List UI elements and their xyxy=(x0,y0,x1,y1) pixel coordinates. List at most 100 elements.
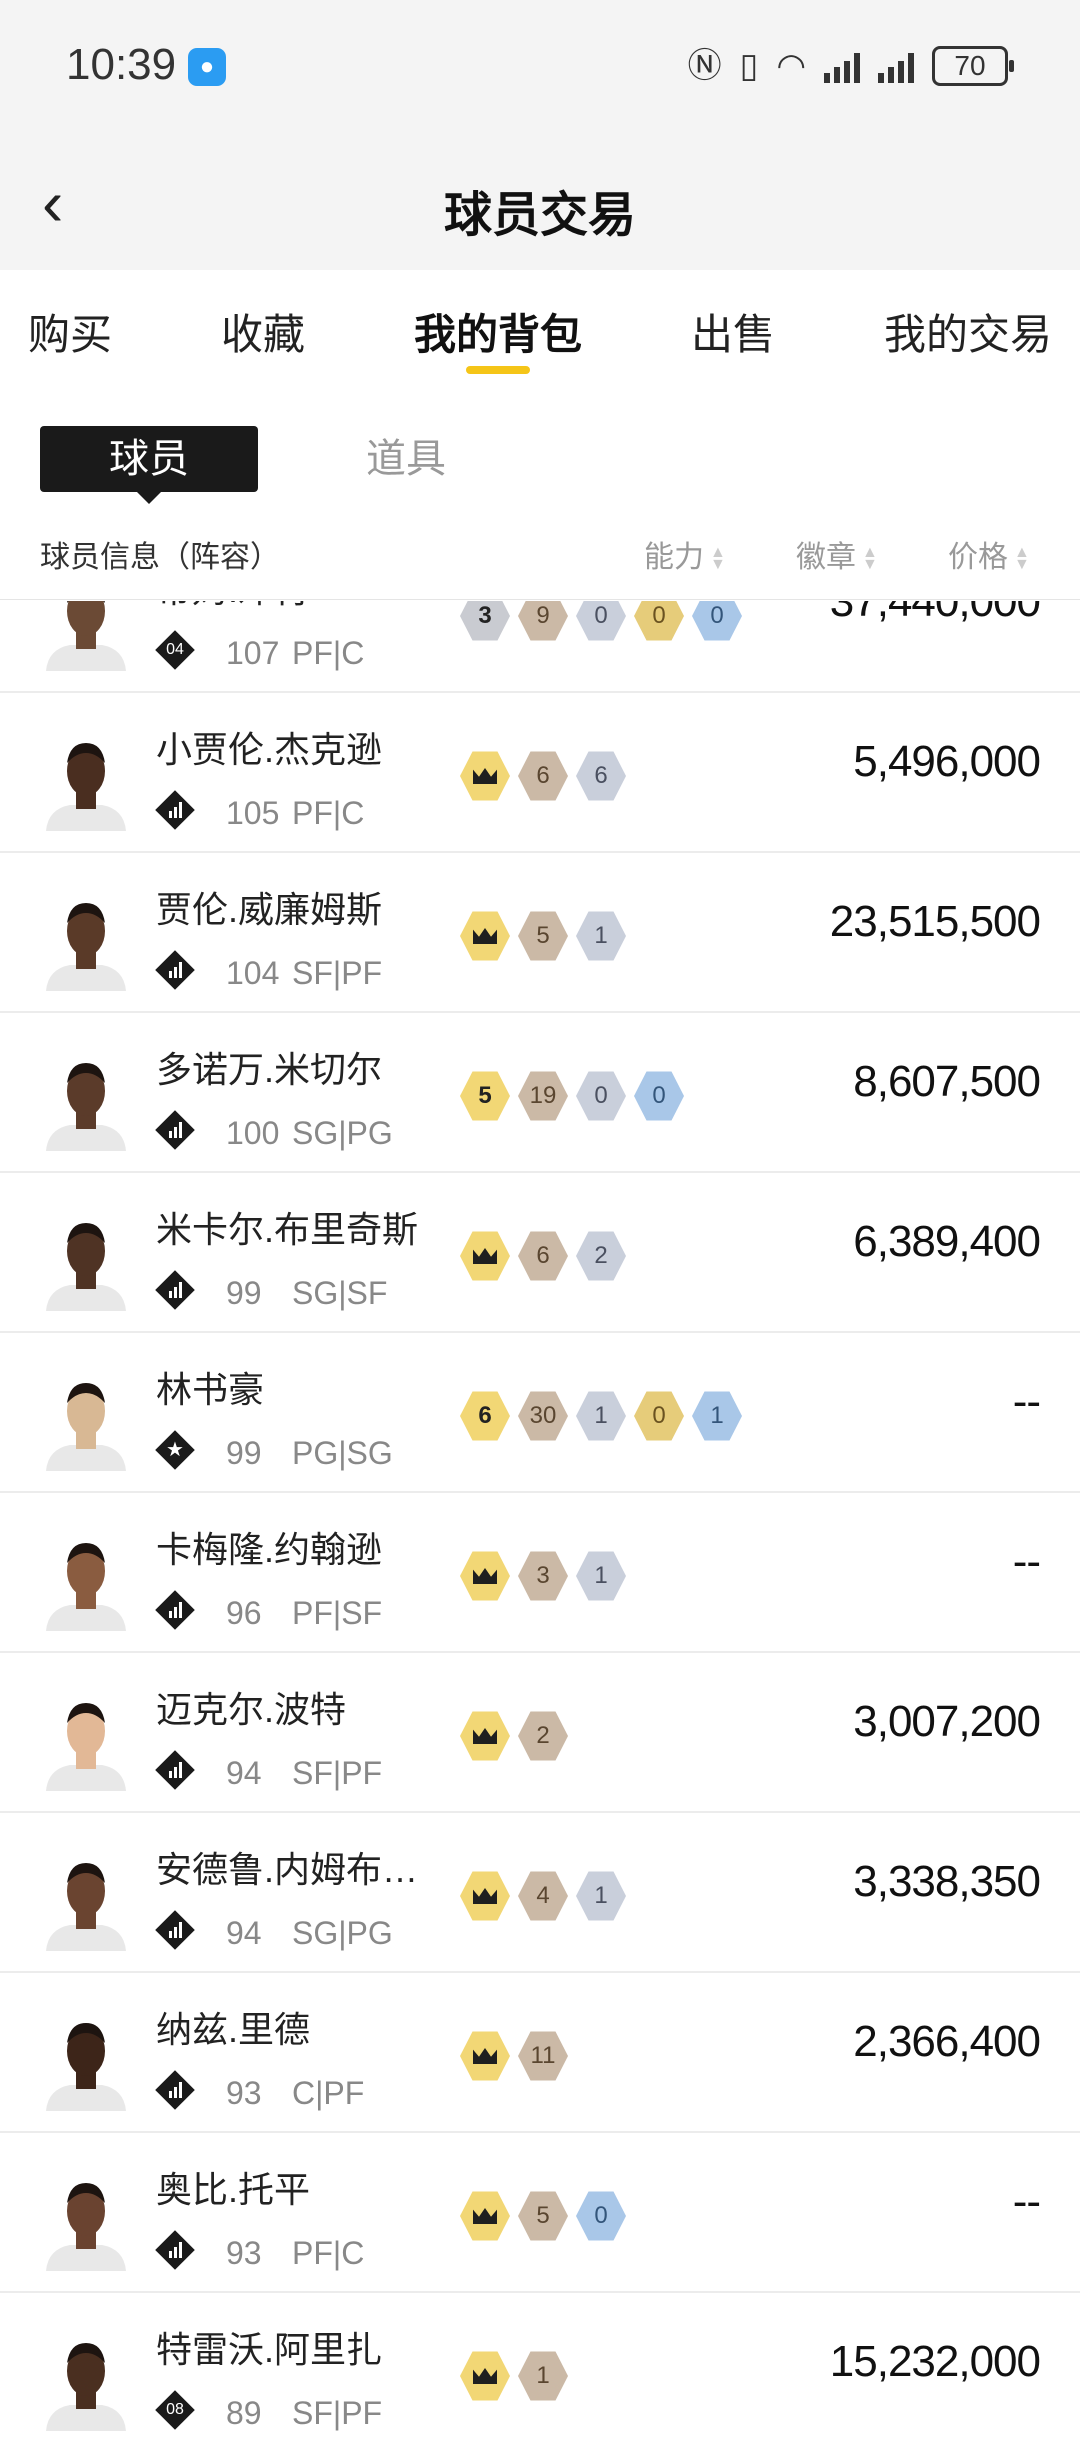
status-bar: 10:39 ● Ⓝ ▯ ◠ 70 xyxy=(0,0,1080,135)
badge-count: 5 xyxy=(518,2191,568,2241)
player-rating: 100 xyxy=(226,1115,280,1151)
signal-icon xyxy=(824,49,860,83)
tab-my-backpack[interactable]: 我的背包 xyxy=(414,270,582,400)
crown-badge-icon xyxy=(460,1871,510,1921)
player-price: -- xyxy=(1012,1537,1041,1586)
message-notification-icon: ● xyxy=(188,48,226,86)
crown-icon xyxy=(473,2048,497,2064)
player-price: 23,515,500 xyxy=(829,897,1041,946)
badge-count: 0 xyxy=(576,1071,626,1121)
list-header: 球员信息（阵容） 能力 ▲ ▼ 徽章 ▲ ▼ 价格 ▲ ▼ xyxy=(0,520,1080,600)
player-rating: 107 xyxy=(226,635,280,671)
crown-icon xyxy=(473,2208,497,2224)
badge-count: 11 xyxy=(518,2031,568,2081)
player-name: 纳兹.里德 xyxy=(156,2009,311,2050)
player-position: SG|PG xyxy=(292,1115,393,1151)
tab-sell[interactable]: 出售 xyxy=(691,270,775,400)
player-name: 迈克尔.波特 xyxy=(156,1689,347,1730)
sort-badges-label: 徽章 xyxy=(796,541,856,574)
crown-icon xyxy=(473,928,497,944)
crown-badge-icon xyxy=(460,1231,510,1281)
player-rating: 93 xyxy=(226,2075,262,2111)
badge-count: 1 xyxy=(576,1551,626,1601)
sort-arrows-icon: ▲ ▼ xyxy=(1014,544,1030,574)
tab-my-trades[interactable]: 我的交易 xyxy=(884,270,1052,400)
player-row[interactable]: 奥比.托平 93 PF|C 5 0 -- xyxy=(0,2133,1080,2293)
player-rating: 99 xyxy=(226,1275,262,1311)
badge-group: 39000 xyxy=(460,601,742,642)
player-row[interactable]: 蒂姆.邓肯04107PF|C3900037,440,000 xyxy=(0,601,1080,693)
badge-group: 51 xyxy=(460,910,626,962)
player-avatar xyxy=(40,1211,132,1311)
player-row[interactable]: 特雷沃.阿里扎 08 89 SF|PF 1 15,232,000 xyxy=(0,2293,1080,2438)
tab-favorites[interactable]: 收藏 xyxy=(221,270,305,400)
tier-diamond-icon xyxy=(155,1270,195,1310)
badge-count: 2 xyxy=(518,1711,568,1761)
nfc-icon: Ⓝ xyxy=(687,47,722,85)
crown-badge-icon xyxy=(460,911,510,961)
player-name: 多诺万.米切尔 xyxy=(156,1049,383,1090)
tier-diamond-icon xyxy=(155,790,195,830)
crown-badge-icon xyxy=(460,751,510,801)
badge-count: 1 xyxy=(692,1391,742,1441)
vibrate-icon: ▯ xyxy=(739,47,759,85)
crown-icon xyxy=(473,1728,497,1744)
player-name: 奥比.托平 xyxy=(156,2169,311,2210)
crown-badge-icon xyxy=(460,2191,510,2241)
badge-count: 0 xyxy=(576,2191,626,2241)
player-avatar xyxy=(40,1051,132,1151)
player-list[interactable]: 蒂姆.邓肯04107PF|C3900037,440,000小贾伦.杰克逊105P… xyxy=(0,601,1080,2438)
tab-buy[interactable]: 购买 xyxy=(28,270,112,400)
tier-diamond-icon xyxy=(155,1590,195,1630)
badge-group: 1 xyxy=(460,2350,568,2402)
crown-icon xyxy=(473,2368,497,2384)
tier-diamond-icon xyxy=(155,2230,195,2270)
tier-diamond-icon: 08 xyxy=(155,2390,195,2430)
sort-arrows-icon: ▲ ▼ xyxy=(862,544,878,574)
player-row[interactable]: 安德鲁.内姆布哈德 94 SG|PG 4 1 3,338,350 xyxy=(0,1813,1080,1973)
title-bar: ‹ 球员交易 xyxy=(0,135,1080,270)
sort-ability[interactable]: 能力 ▲ ▼ xyxy=(644,532,726,576)
player-position: PF|C xyxy=(292,795,365,831)
player-row[interactable]: 小贾伦.杰克逊 105 PF|C 6 6 5,496,000 xyxy=(0,693,1080,853)
player-row[interactable]: 迈克尔.波特 94 SF|PF 2 3,007,200 xyxy=(0,1653,1080,1813)
player-rating: 99 xyxy=(226,1435,262,1471)
badge-group: 11 xyxy=(460,2030,568,2082)
subtab-items[interactable]: 道具 xyxy=(366,426,446,492)
badge-count: 1 xyxy=(518,2351,568,2401)
player-position: PF|C xyxy=(292,635,365,671)
subtab-players[interactable]: 球员 xyxy=(40,426,258,492)
badge-count: 0 xyxy=(634,601,684,641)
player-price: -- xyxy=(1012,2177,1041,2226)
player-row[interactable]: 卡梅隆.约翰逊 96 PF|SF 3 1 -- xyxy=(0,1493,1080,1653)
player-price: 6,389,400 xyxy=(853,1217,1041,1266)
badge-count: 6 xyxy=(518,751,568,801)
player-row[interactable]: 林书豪 ★ 99 PG|SG 6 30 1 0 1 -- xyxy=(0,1333,1080,1493)
player-position: C|PF xyxy=(292,2075,365,2111)
signal-icon-2 xyxy=(878,49,914,83)
player-row[interactable]: 贾伦.威廉姆斯 104 SF|PF 5 1 23,515,500 xyxy=(0,853,1080,1013)
sort-badges[interactable]: 徽章 ▲ ▼ xyxy=(796,532,878,576)
sort-price[interactable]: 价格 ▲ ▼ xyxy=(948,532,1030,576)
player-name: 安德鲁.内姆布哈德 xyxy=(156,1849,436,1890)
badge-count: 1 xyxy=(576,1871,626,1921)
badge-group: 5 19 0 0 xyxy=(460,1070,684,1122)
player-rating: 93 xyxy=(226,2235,262,2271)
player-rating: 96 xyxy=(226,1595,262,1631)
crown-icon xyxy=(473,1568,497,1584)
player-position: PG|SG xyxy=(292,1435,393,1471)
player-price: 15,232,000 xyxy=(829,2337,1041,2386)
tier-diamond-icon xyxy=(155,1910,195,1950)
player-name: 特雷沃.阿里扎 xyxy=(156,2329,383,2370)
player-row[interactable]: 纳兹.里德 93 C|PF 11 2,366,400 xyxy=(0,1973,1080,2133)
badge-count: 30 xyxy=(518,1391,568,1441)
badge-count: 6 xyxy=(460,1391,510,1441)
player-name: 米卡尔.布里奇斯 xyxy=(156,1209,419,1250)
player-avatar xyxy=(40,2171,132,2271)
crown-icon xyxy=(473,768,497,784)
player-row[interactable]: 多诺万.米切尔 100 SG|PG 5 19 0 0 8,607,500 xyxy=(0,1013,1080,1173)
badge-count: 5 xyxy=(460,1071,510,1121)
player-row[interactable]: 米卡尔.布里奇斯 99 SG|SF 6 2 6,389,400 xyxy=(0,1173,1080,1333)
player-price: 37,440,000 xyxy=(829,601,1041,626)
player-rating: 105 xyxy=(226,795,280,831)
